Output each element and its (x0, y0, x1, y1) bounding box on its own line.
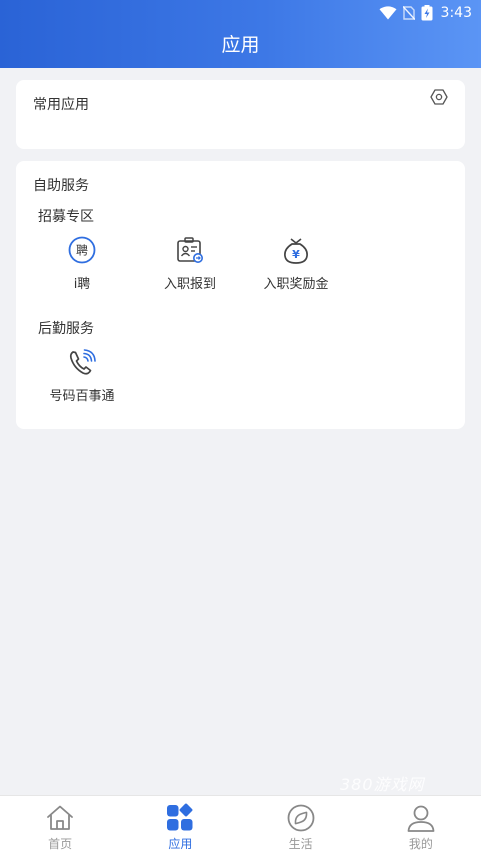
wifi-icon (379, 6, 397, 20)
page-title: 应用 (221, 34, 260, 56)
battery-charging-icon (421, 5, 433, 21)
status-bar: 3:43 (0, 0, 481, 26)
app-item-phone-directory[interactable]: 号码百事通 (34, 347, 130, 407)
section-title-recruitment: 招募专区 (38, 209, 94, 225)
user-icon (407, 805, 435, 832)
home-icon (47, 805, 74, 830)
tab-label: 应用 (168, 837, 193, 851)
watermark: 380游戏网 (340, 775, 425, 794)
tab-label: 生活 (288, 837, 313, 851)
app-item-onboarding[interactable]: 入职报到 (142, 235, 238, 295)
tab-mine[interactable]: 我的 (361, 796, 481, 855)
bottom-tab-bar: 首页 应用 生活 我的 (0, 795, 481, 855)
apps-icon (167, 803, 193, 831)
self-service-card: 自助服务 招募专区 聘 i聘 入职报到 ¥ 入职奖励金 后勤服务 号码百事通 (16, 161, 465, 429)
phone-call-icon (69, 349, 96, 375)
money-bag-icon: ¥ (284, 238, 308, 264)
pin-icon: 聘 (68, 236, 96, 264)
tab-home[interactable]: 首页 (0, 796, 120, 855)
tab-apps[interactable]: 应用 (120, 796, 240, 855)
tab-label: 首页 (48, 837, 73, 851)
app-label: 入职奖励金 (263, 277, 329, 292)
money-bag-icon-glyph: ¥ (292, 248, 300, 261)
self-service-title: 自助服务 (33, 178, 89, 194)
compass-icon (287, 804, 315, 832)
settings-icon[interactable] (430, 88, 448, 106)
common-apps-title: 常用应用 (33, 97, 89, 113)
app-header: 3:43 应用 (0, 0, 481, 68)
app-label: 入职报到 (163, 277, 216, 292)
id-card-icon (177, 237, 203, 263)
tab-life[interactable]: 生活 (241, 796, 361, 855)
app-label: 号码百事通 (49, 389, 115, 404)
no-sim-icon (402, 6, 415, 20)
section-title-logistics: 后勤服务 (38, 321, 94, 337)
status-time: 3:43 (440, 5, 472, 21)
app-item-onboarding-bonus[interactable]: ¥ 入职奖励金 (248, 235, 344, 295)
pin-icon-glyph: 聘 (76, 244, 88, 258)
common-apps-card: 常用应用 (16, 80, 465, 149)
app-item-i-pin[interactable]: 聘 i聘 (34, 235, 130, 295)
app-label: i聘 (73, 277, 91, 292)
tab-label: 我的 (408, 837, 433, 851)
